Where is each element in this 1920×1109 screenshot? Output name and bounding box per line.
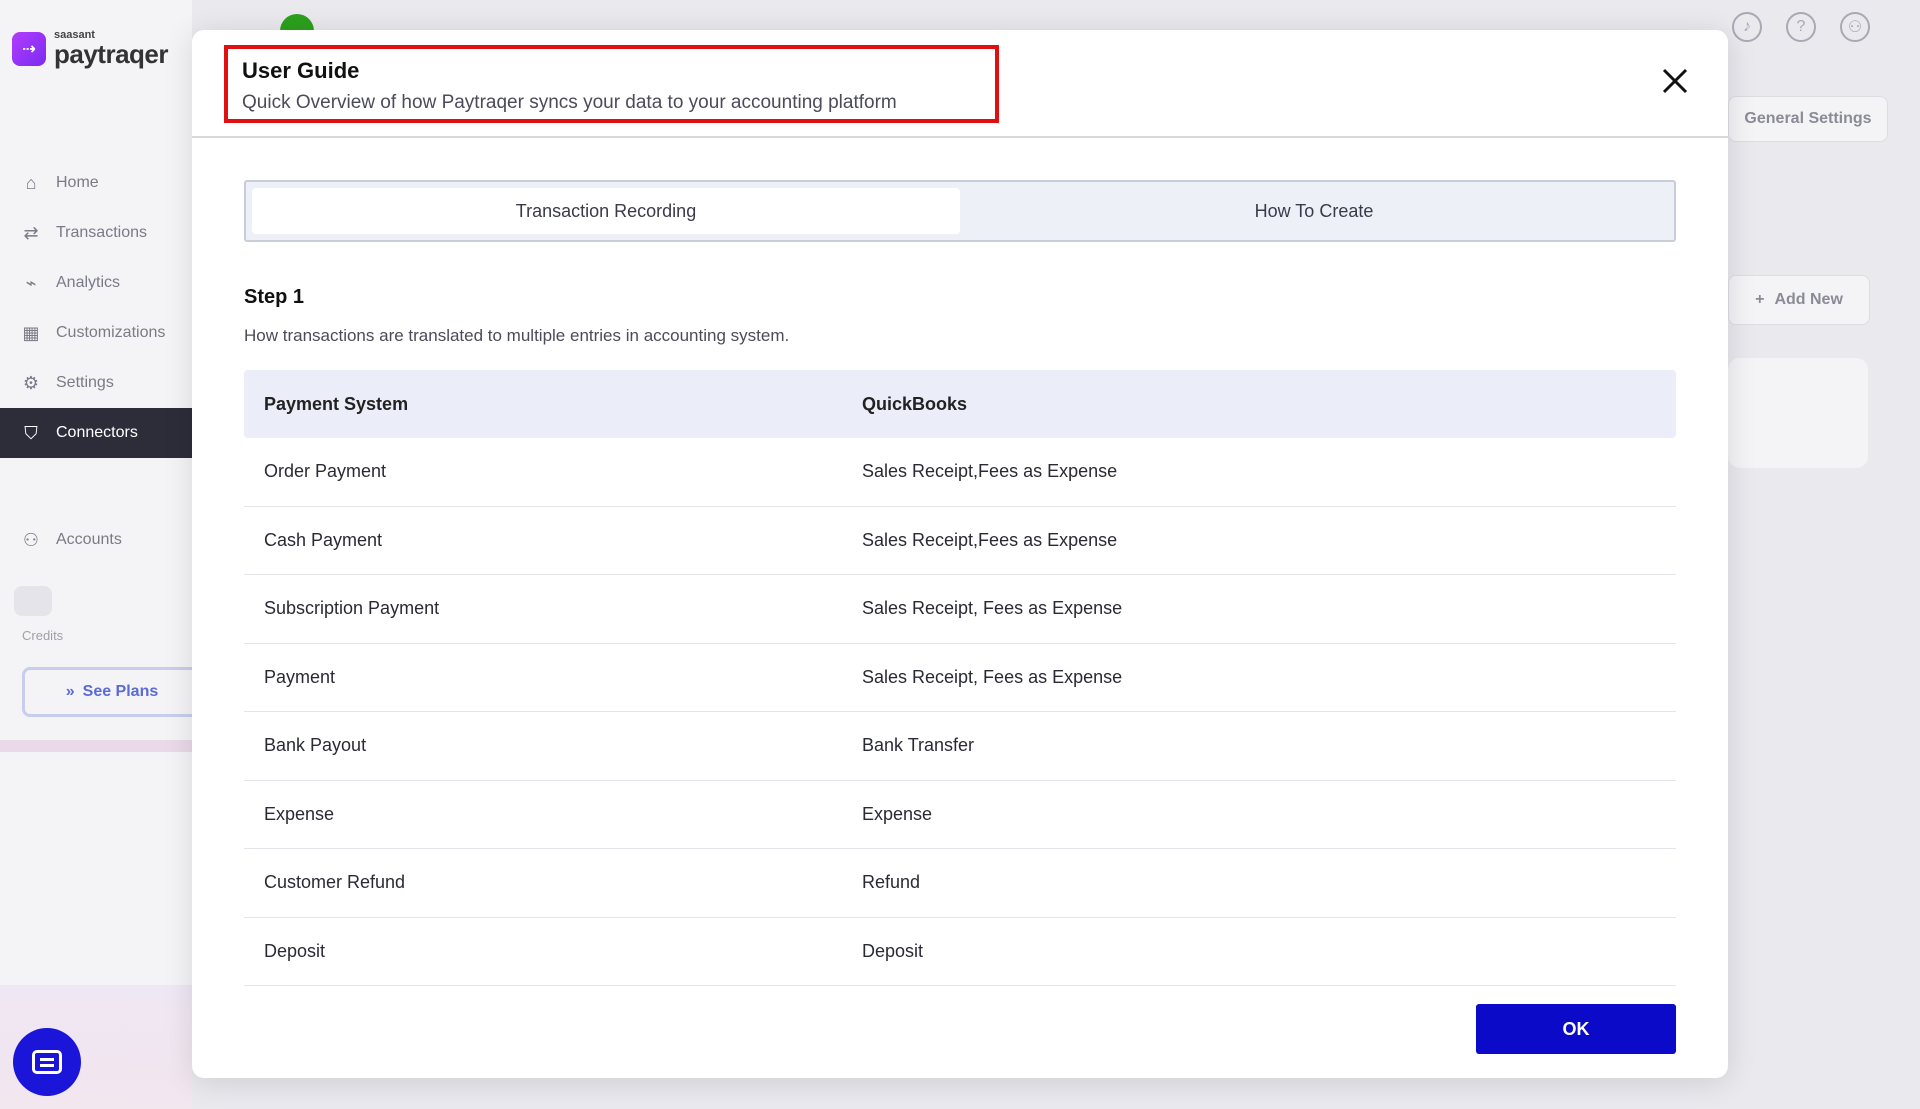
quickbooks-cell: Sales Receipt,Fees as Expense xyxy=(862,461,1118,482)
payment-system-cell: Customer Refund xyxy=(264,872,406,893)
payment-system-cell: Payment xyxy=(264,666,336,687)
modal-header: User Guide Quick Overview of how Paytraq… xyxy=(192,30,1728,138)
payment-system-cell: Order Payment xyxy=(264,461,387,482)
close-button[interactable] xyxy=(1652,58,1698,104)
quickbooks-cell: Sales Receipt, Fees as Expense xyxy=(862,666,1123,687)
user-guide-modal: User Guide Quick Overview of how Paytraq… xyxy=(192,30,1728,1078)
modal-subtitle: Quick Overview of how Paytraqer syncs yo… xyxy=(242,92,897,113)
close-icon xyxy=(1662,68,1688,94)
quickbooks-cell: Refund xyxy=(862,872,921,893)
table-row: Customer Refund Refund xyxy=(244,849,1676,918)
table-row: Cash Payment Sales Receipt,Fees as Expen… xyxy=(244,507,1676,575)
mapping-table: Payment System QuickBooks Order Payment … xyxy=(244,370,1676,986)
payment-system-cell: Bank Payout xyxy=(264,735,367,756)
quickbooks-cell: Expense xyxy=(862,803,933,824)
ok-button[interactable]: OK xyxy=(1476,1004,1676,1054)
quickbooks-cell: Sales Receipt, Fees as Expense xyxy=(862,598,1123,619)
table-row: Subscription Payment Sales Receipt, Fees… xyxy=(244,575,1676,644)
table-row: Expense Expense xyxy=(244,781,1676,849)
table-row: Bank Payout Bank Transfer xyxy=(244,712,1676,781)
quickbooks-cell: Sales Receipt,Fees as Expense xyxy=(862,529,1118,550)
guide-tabs: Transaction Recording How To Create xyxy=(244,180,1676,242)
step-title: Step 1 xyxy=(244,286,305,308)
chat-icon xyxy=(32,1050,62,1074)
quickbooks-cell: Bank Transfer xyxy=(862,735,975,756)
payment-system-cell: Expense xyxy=(264,803,335,824)
tab-how-to-create[interactable]: How To Create xyxy=(960,188,1668,234)
table-row: Deposit Deposit xyxy=(244,918,1676,986)
modal-title: User Guide xyxy=(242,58,360,83)
table-header: Payment System QuickBooks xyxy=(244,370,1676,438)
column-header-quickbooks: QuickBooks xyxy=(862,393,968,414)
table-row: Order Payment Sales Receipt,Fees as Expe… xyxy=(244,438,1676,507)
payment-system-cell: Deposit xyxy=(264,940,326,961)
payment-system-cell: Subscription Payment xyxy=(264,598,440,619)
step-description: How transactions are translated to multi… xyxy=(244,326,790,345)
chat-support-button[interactable] xyxy=(13,1028,81,1096)
column-header-payment-system: Payment System xyxy=(264,393,409,414)
tab-transaction-recording[interactable]: Transaction Recording xyxy=(252,188,960,234)
table-row: Payment Sales Receipt, Fees as Expense xyxy=(244,644,1676,712)
payment-system-cell: Cash Payment xyxy=(264,529,383,550)
quickbooks-cell: Deposit xyxy=(862,940,924,961)
